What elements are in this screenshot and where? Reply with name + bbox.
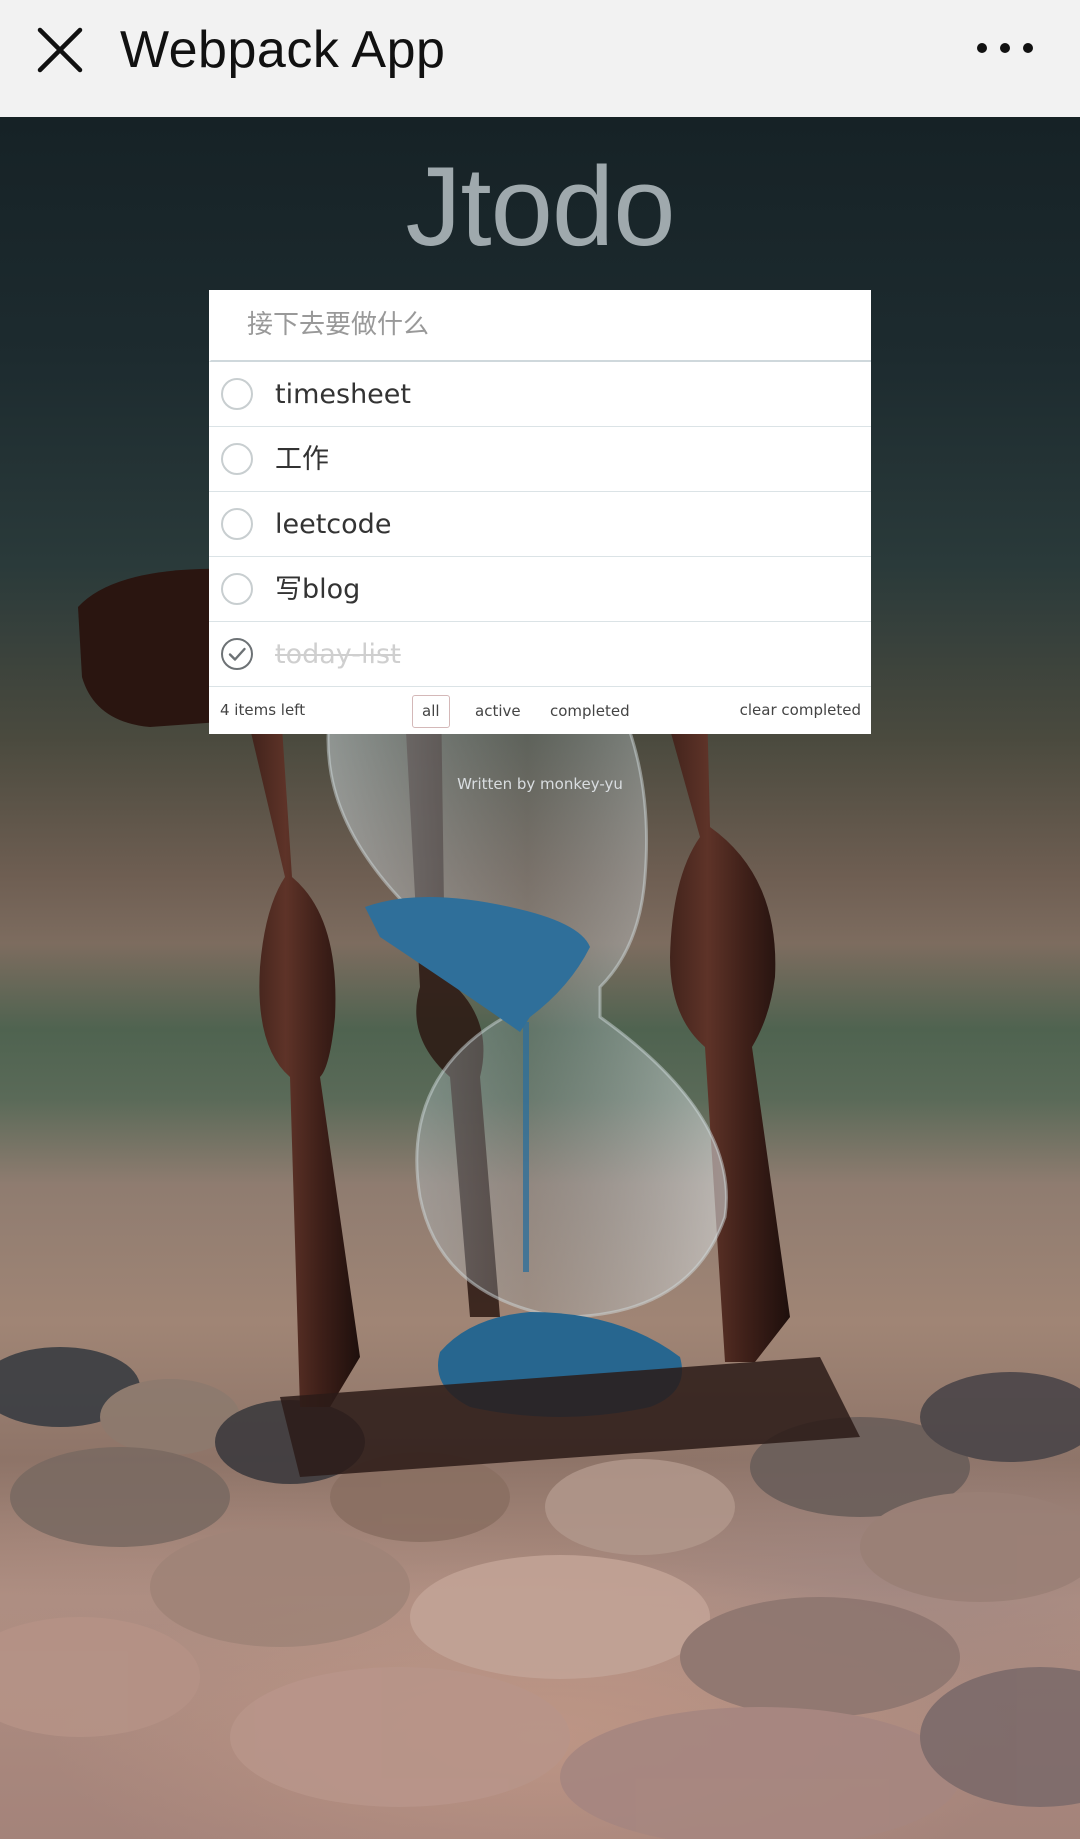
todo-label: 写blog [275,574,361,605]
todo-item[interactable]: 工作 [209,427,871,492]
todo-toggle-checkbox[interactable] [221,443,253,475]
more-horizontal-icon[interactable] [970,30,1040,66]
todo-toggle-checkbox[interactable] [221,573,253,605]
todo-item[interactable]: today-list [209,622,871,687]
app-brand-title: Jtodo [405,144,676,269]
author-credit: Written by monkey-yu [457,775,623,793]
todo-panel: timesheet 工作 leetcode 写blog today-list 4… [209,290,871,734]
new-todo-input[interactable] [209,290,871,362]
todo-item[interactable]: 写blog [209,557,871,622]
todo-toggle-checkbox[interactable] [221,508,253,540]
todo-label: timesheet [275,379,411,410]
todo-footer: 4 items left all active completed clear … [209,687,871,734]
todo-item[interactable]: leetcode [209,492,871,557]
filter-completed-button[interactable]: completed [540,695,640,728]
todo-label: leetcode [275,509,392,540]
filter-all-button[interactable]: all [412,695,450,728]
filter-active-button[interactable]: active [465,695,531,728]
items-left-count: 4 items left [220,701,306,719]
todo-label: 工作 [275,444,329,475]
checkmark-icon [228,647,246,661]
todo-item[interactable]: timesheet [209,362,871,427]
todo-toggle-checkbox-checked[interactable] [221,638,253,670]
title-bar: Webpack App [0,0,1080,117]
clear-completed-button[interactable]: clear completed [740,701,861,719]
todo-label: today-list [275,639,401,670]
window-title: Webpack App [120,21,446,79]
close-icon[interactable] [30,20,90,80]
todo-toggle-checkbox[interactable] [221,378,253,410]
